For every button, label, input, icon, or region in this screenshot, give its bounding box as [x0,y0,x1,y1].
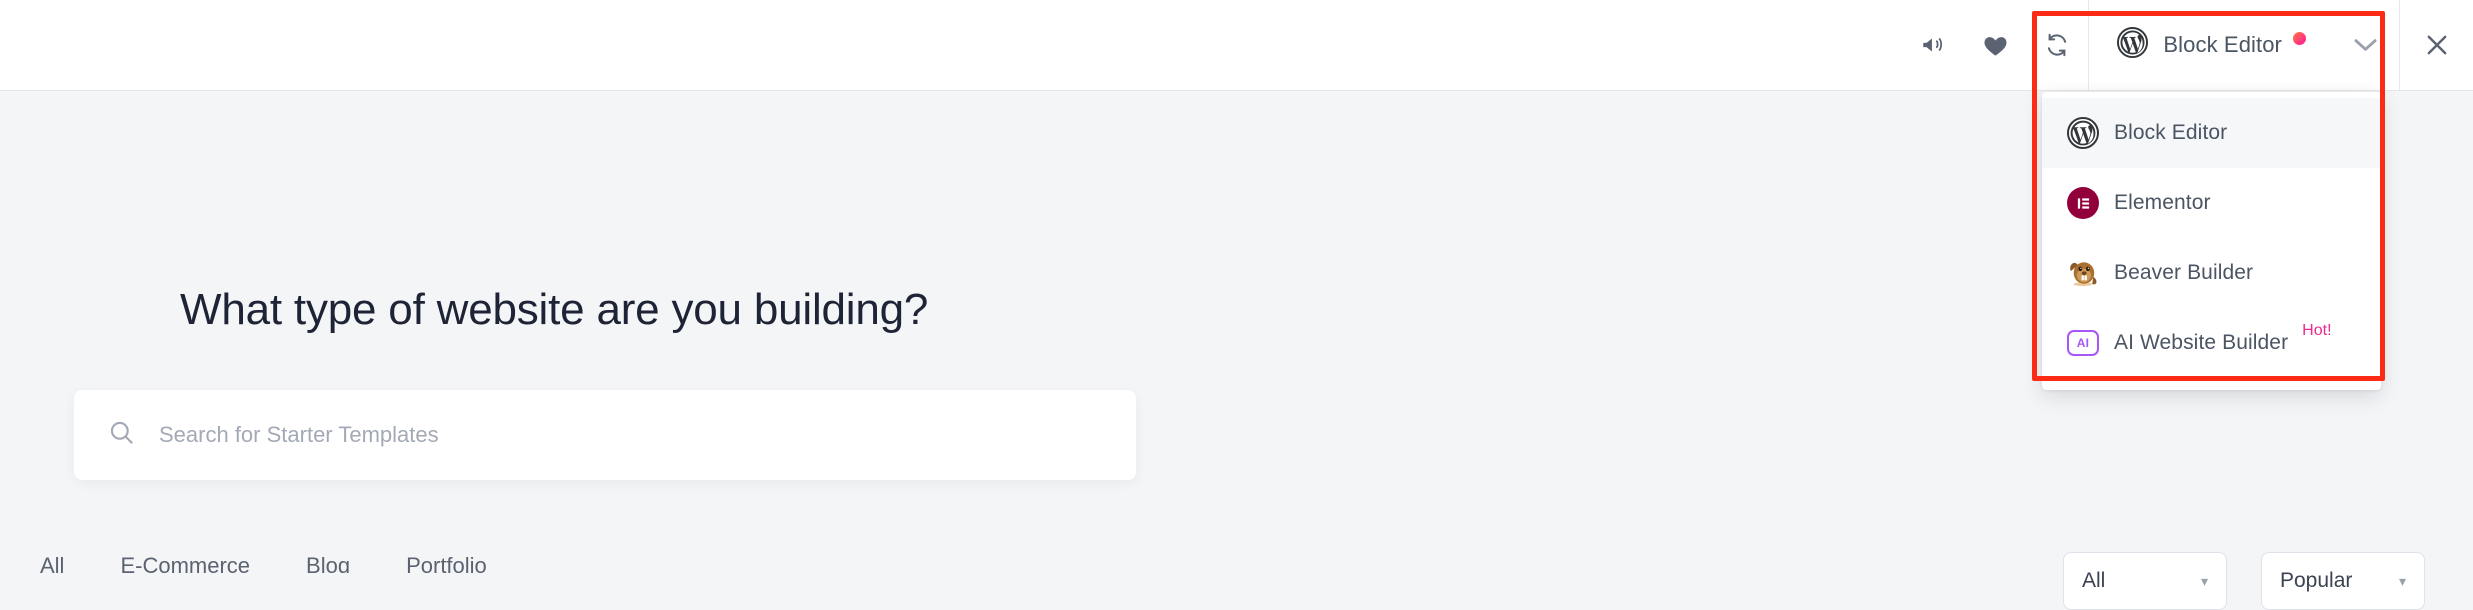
announcement-icon[interactable] [1902,0,1964,90]
search-bar[interactable] [74,390,1136,480]
dropdown-item-beaver-builder[interactable]: Beaver Builder [2042,238,2381,308]
hot-badge: Hot! [2302,322,2332,339]
chevron-down-icon [2306,38,2377,52]
wordpress-icon [2066,116,2100,150]
sync-icon[interactable] [2026,0,2088,90]
app-header: Block Editor [0,0,2473,90]
chevron-down-icon: ▾ [2398,572,2406,589]
type-filter-select[interactable]: All ▾ [2063,552,2227,610]
category-tab-ecommerce[interactable]: E-Commerce [120,553,250,573]
heart-icon[interactable] [1964,0,2026,90]
header-actions: Block Editor [1902,0,2473,90]
chevron-down-icon: ▾ [2200,572,2208,589]
close-icon[interactable] [2400,0,2473,90]
page-title: What type of website are you building? [180,285,929,334]
editor-selector-button[interactable]: Block Editor [2089,0,2399,90]
dropdown-item-block-editor[interactable]: Block Editor [2042,98,2381,168]
dropdown-item-label: Elementor [2114,191,2211,214]
wordpress-icon [2117,27,2149,63]
dropdown-item-label: Beaver Builder [2114,261,2254,284]
category-tab-all[interactable]: All [40,553,64,573]
beaver-builder-icon [2066,256,2100,290]
filter-controls: All ▾ Popular ▾ [2063,552,2425,610]
dropdown-item-elementor[interactable]: Elementor [2042,168,2381,238]
editor-selector-label: Block Editor [2163,32,2282,57]
category-tab-portfolio[interactable]: Portfolio [406,553,487,573]
search-input[interactable] [157,421,1056,449]
editor-selector-dropdown[interactable]: Block Editor Elementor Beaver Builder AI… [2042,92,2381,390]
search-icon [108,419,135,451]
notification-dot-icon [2293,32,2306,45]
dropdown-item-label: AI Website Builder [2114,331,2289,354]
ai-builder-icon: AI [2066,326,2100,360]
dropdown-item-ai-website-builder[interactable]: AI AI Website Builder Hot! [2042,308,2381,378]
elementor-icon [2066,186,2100,220]
category-tab-blog[interactable]: Blog [306,553,350,573]
category-tabs: All E-Commerce Blog Portfolio [0,553,1700,573]
sort-filter-select[interactable]: Popular ▾ [2261,552,2425,610]
dropdown-item-label: Block Editor [2114,121,2228,144]
